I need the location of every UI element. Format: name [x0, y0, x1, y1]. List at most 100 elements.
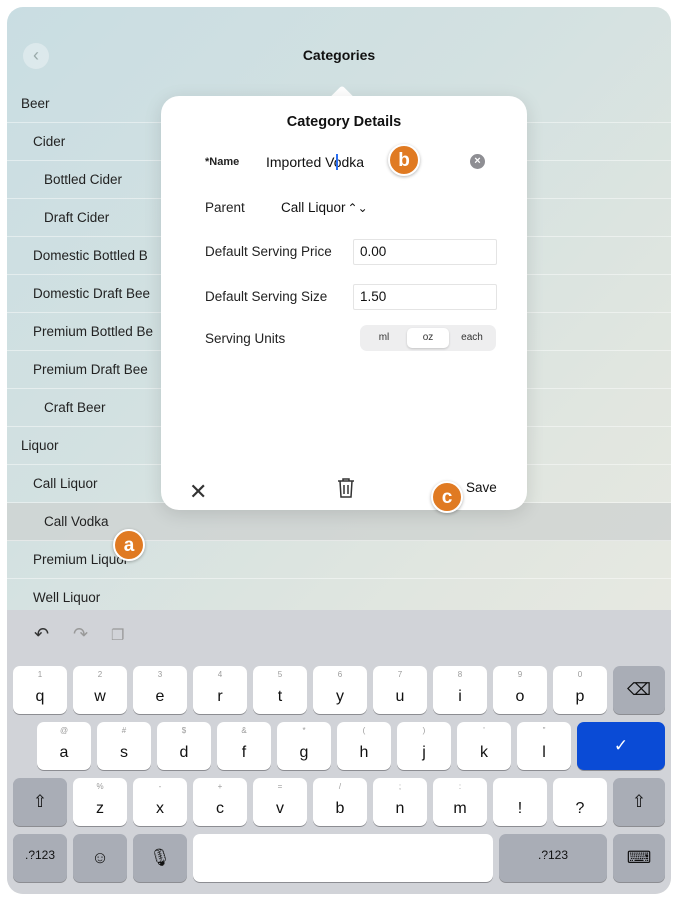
app-frame: ‹ Categories Beer Cider Bottled Cider Dr… [7, 7, 671, 894]
key-u[interactable]: 7u [373, 666, 427, 714]
text-cursor [336, 154, 338, 172]
key-s[interactable]: # s [97, 722, 151, 770]
key-b[interactable]: / b [313, 778, 367, 826]
numbers-key-right[interactable]: .?123 [499, 834, 607, 882]
key-sub-label: & [241, 726, 247, 735]
units-option-oz[interactable]: oz [407, 328, 449, 348]
trash-icon[interactable] [337, 477, 355, 505]
key-y[interactable]: 6y [313, 666, 367, 714]
name-label: *Name [205, 156, 240, 168]
serving-size-label: Default Serving Size [205, 289, 328, 304]
key-sub-label: ) [422, 726, 426, 735]
key-sub-label: * [302, 726, 306, 735]
units-option-each[interactable]: each [451, 328, 493, 348]
key-sub-label: 7 [397, 670, 403, 679]
key-label: r [217, 688, 223, 705]
key-sub-label: 3 [157, 670, 163, 679]
close-icon[interactable]: ✕ [189, 479, 207, 505]
save-button[interactable]: Save [466, 480, 497, 495]
parent-picker[interactable]: Call Liquor ⌃⌄ [281, 200, 368, 215]
key-q[interactable]: 1q [13, 666, 67, 714]
key-a[interactable]: @ a [37, 722, 91, 770]
list-item[interactable]: Premium Liquor [7, 541, 671, 579]
key-label: p [575, 688, 585, 705]
key-i[interactable]: 8i [433, 666, 487, 714]
key-j[interactable]: ) j [397, 722, 451, 770]
microphone-key[interactable]: 🎙 [133, 834, 187, 882]
key-z[interactable]: % z [73, 778, 127, 826]
key-label: ! [517, 800, 523, 817]
key-sub-label: / [338, 782, 342, 791]
clear-text-icon[interactable]: × [470, 154, 485, 169]
redo-icon[interactable]: ↷ [73, 624, 88, 645]
key-label: m [453, 800, 467, 817]
key-sub-label: 5 [277, 670, 283, 679]
key-sub-label: 1 [37, 670, 43, 679]
parent-label: Parent [205, 200, 245, 215]
key-w[interactable]: 2w [73, 666, 127, 714]
key-e[interactable]: 3e [133, 666, 187, 714]
key-d[interactable]: $ d [157, 722, 211, 770]
key-o[interactable]: 9o [493, 666, 547, 714]
name-field[interactable]: Imported Vodka [266, 148, 496, 176]
key-p[interactable]: 0p [553, 666, 607, 714]
key-l[interactable]: " l [517, 722, 571, 770]
space-key[interactable] [193, 834, 493, 882]
key-g[interactable]: * g [277, 722, 331, 770]
callout-badge-b: b [388, 144, 420, 176]
key-?[interactable]: ? [553, 778, 607, 826]
paste-icon[interactable]: ❐ [111, 626, 124, 644]
key-sub-label: % [96, 782, 104, 791]
key-m[interactable]: :m [433, 778, 487, 826]
key-sub-label: 2 [97, 670, 103, 679]
key-sub-label: 6 [337, 670, 343, 679]
microphone-icon: 🎙 [149, 848, 171, 867]
onscreen-keyboard: ↶ ↷ ❐ 1 q 2 w 3 e 4 r 5 t 6 y 7 u 8 i 9 o 0 p ⌫ @ a # s $ d & f * g(h)… [7, 610, 671, 894]
emoji-key[interactable]: ☺ [73, 834, 127, 882]
key-label: q [35, 688, 45, 705]
key-h[interactable]: (h [337, 722, 391, 770]
numbers-key[interactable]: .?123 [13, 834, 67, 882]
numbers-key-label: .?123 [24, 848, 56, 862]
serving-price-field[interactable]: 0.00 [353, 239, 497, 265]
key-label: a [59, 744, 69, 761]
key-sub-label: + [217, 782, 223, 791]
key-n[interactable]: ; n [373, 778, 427, 826]
key-v[interactable]: = v [253, 778, 307, 826]
shift-right-icon: ⇧ [631, 792, 647, 811]
serving-price-label: Default Serving Price [205, 244, 332, 259]
key-label: k [480, 744, 488, 761]
undo-icon[interactable]: ↶ [34, 624, 49, 645]
key-label: i [458, 688, 462, 705]
key-label: e [155, 688, 165, 705]
key-k[interactable]: ' k [457, 722, 511, 770]
shift-right-key[interactable]: ⇧ [613, 778, 665, 826]
key-r[interactable]: 4r [193, 666, 247, 714]
emoji-icon: ☺ [91, 848, 109, 867]
shift-left-key[interactable]: ⇧ [13, 778, 67, 826]
key-sub-label: # [121, 726, 127, 735]
key-label: w [94, 688, 106, 705]
key-x[interactable]: -x [133, 778, 187, 826]
key-label: y [336, 688, 344, 705]
units-option-ml[interactable]: ml [363, 328, 405, 348]
key-sub-label: 0 [577, 670, 583, 679]
hide-keyboard-key[interactable]: ⌨ [613, 834, 665, 882]
key-label: j [422, 744, 426, 761]
return-icon: ✓ [613, 736, 629, 755]
serving-size-field[interactable]: 1.50 [353, 284, 497, 310]
key-sub-label: " [542, 726, 546, 735]
backspace-key[interactable]: ⌫ [613, 666, 665, 714]
key-t[interactable]: 5t [253, 666, 307, 714]
key-sub-label: - [158, 782, 162, 791]
backspace-icon: ⌫ [626, 680, 652, 699]
key-![interactable]: ! [493, 778, 547, 826]
key-f[interactable]: & f [217, 722, 271, 770]
return-key[interactable]: ✓ [577, 722, 665, 770]
hideboard-key-icon: ⌨ [626, 848, 652, 867]
key-label: z [96, 800, 104, 817]
callout-badge-c: c [431, 481, 463, 513]
key-c[interactable]: + c [193, 778, 247, 826]
key-label: d [179, 744, 189, 761]
chevron-up-down-icon: ⌃⌄ [347, 201, 368, 215]
